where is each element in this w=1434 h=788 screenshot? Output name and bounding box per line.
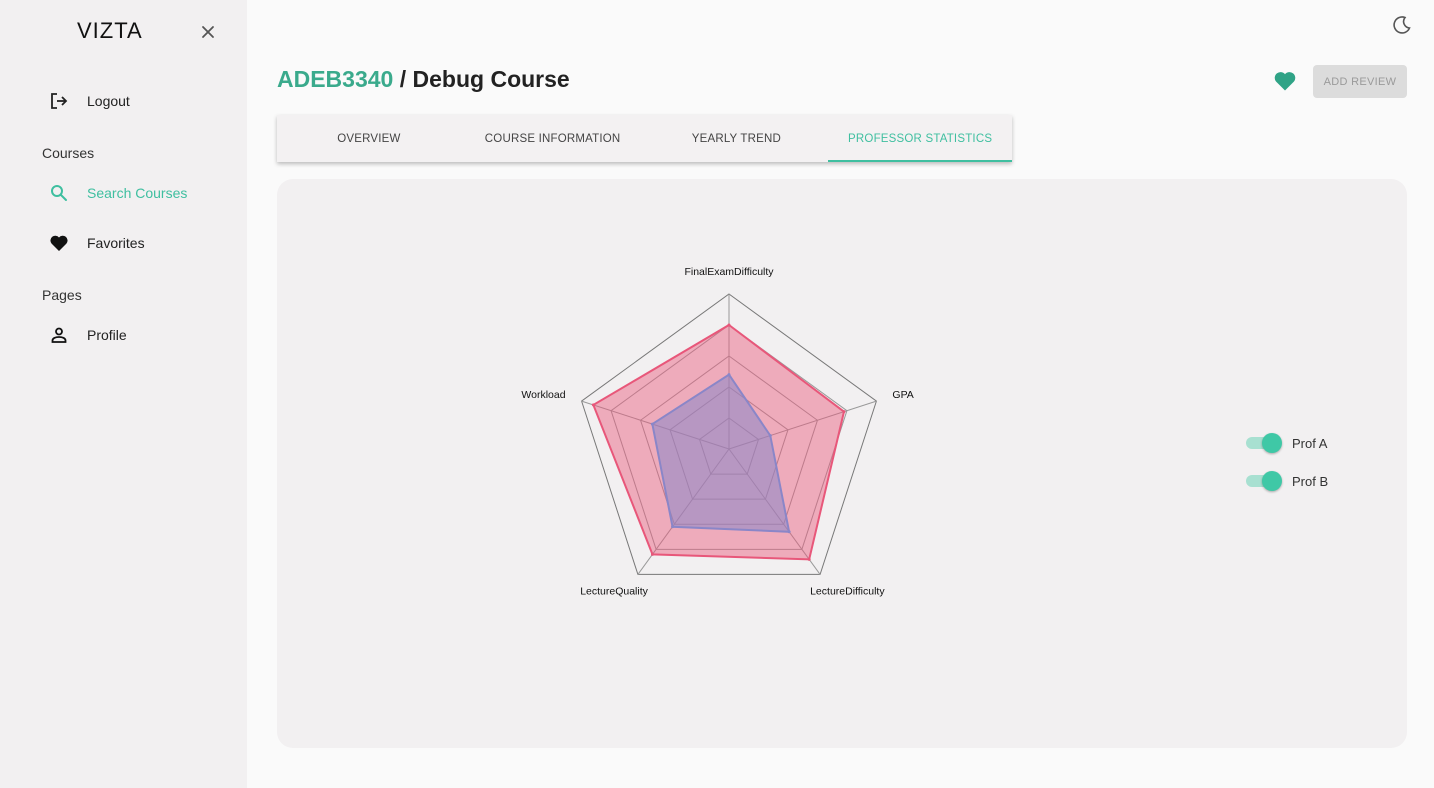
legend-label: Prof A — [1292, 435, 1328, 451]
data-point — [671, 525, 675, 529]
course-code: ADEB3340 — [277, 66, 394, 92]
sidebar-item-label: Search Courses — [87, 185, 188, 201]
course-name: Debug Course — [412, 66, 570, 92]
toggle-switch[interactable] — [1244, 433, 1282, 453]
add-review-button[interactable]: ADD REVIEW — [1313, 65, 1407, 98]
tab-bar: OVERVIEW COURSE INFORMATION YEARLY TREND… — [277, 115, 1012, 162]
radar-chart: FinalExamDifficulty GPA LectureDifficulty L… — [521, 266, 913, 597]
data-point — [727, 323, 731, 327]
tab-course-information[interactable]: COURSE INFORMATION — [461, 115, 645, 162]
sidebar-item-search-courses[interactable]: Search Courses — [42, 178, 187, 208]
courses-section-label: Courses — [42, 145, 95, 161]
pages-section-label: Pages — [42, 287, 82, 303]
tab-overview[interactable]: OVERVIEW — [277, 115, 461, 162]
axis-label: GPA — [892, 389, 913, 401]
axis-label: LectureQuality — [580, 585, 648, 597]
axis-label: LectureDifficulty — [810, 585, 885, 597]
app-logo: VIZTA — [77, 18, 143, 43]
logout-label: Logout — [87, 93, 130, 109]
axis-label: FinalExamDifficulty — [684, 266, 774, 278]
sidebar-item-favorites[interactable]: Favorites — [42, 228, 145, 258]
data-point — [842, 410, 846, 414]
axis-label: Workload — [521, 389, 565, 401]
data-point — [727, 373, 731, 377]
person-icon — [48, 324, 70, 346]
sidebar-item-label: Favorites — [87, 235, 145, 251]
tab-professor-statistics[interactable]: PROFESSOR STATISTICS — [828, 115, 1012, 162]
logout-button[interactable]: Logout — [42, 86, 130, 116]
sidebar-item-profile[interactable]: Profile — [42, 320, 127, 350]
page-title: ADEB3340 / Debug Course — [277, 66, 570, 93]
legend-label: Prof B — [1292, 473, 1329, 489]
legend-toggle-prof-a[interactable]: Prof A — [1244, 433, 1327, 453]
data-point — [768, 434, 772, 438]
data-point — [787, 530, 791, 534]
toggle-switch[interactable] — [1244, 471, 1282, 491]
logout-icon — [48, 90, 70, 112]
data-point — [807, 557, 811, 561]
data-point — [650, 552, 654, 556]
close-sidebar-icon[interactable] — [199, 23, 217, 41]
data-point — [591, 403, 595, 407]
tab-yearly-trend[interactable]: YEARLY TREND — [645, 115, 829, 162]
sidebar: VIZTA Logout Courses Search Courses Favo… — [0, 0, 247, 788]
favorite-heart-icon[interactable] — [1273, 70, 1297, 94]
data-point — [650, 422, 654, 426]
heart-icon — [48, 232, 70, 254]
title-separator: / — [393, 66, 413, 92]
sidebar-item-label: Profile — [87, 327, 127, 343]
search-icon — [48, 182, 70, 204]
legend-toggle-prof-b[interactable]: Prof B — [1244, 471, 1328, 491]
dark-mode-icon[interactable] — [1392, 15, 1414, 37]
chart-card: FinalExamDifficulty GPA LectureDifficulty L… — [277, 179, 1407, 748]
